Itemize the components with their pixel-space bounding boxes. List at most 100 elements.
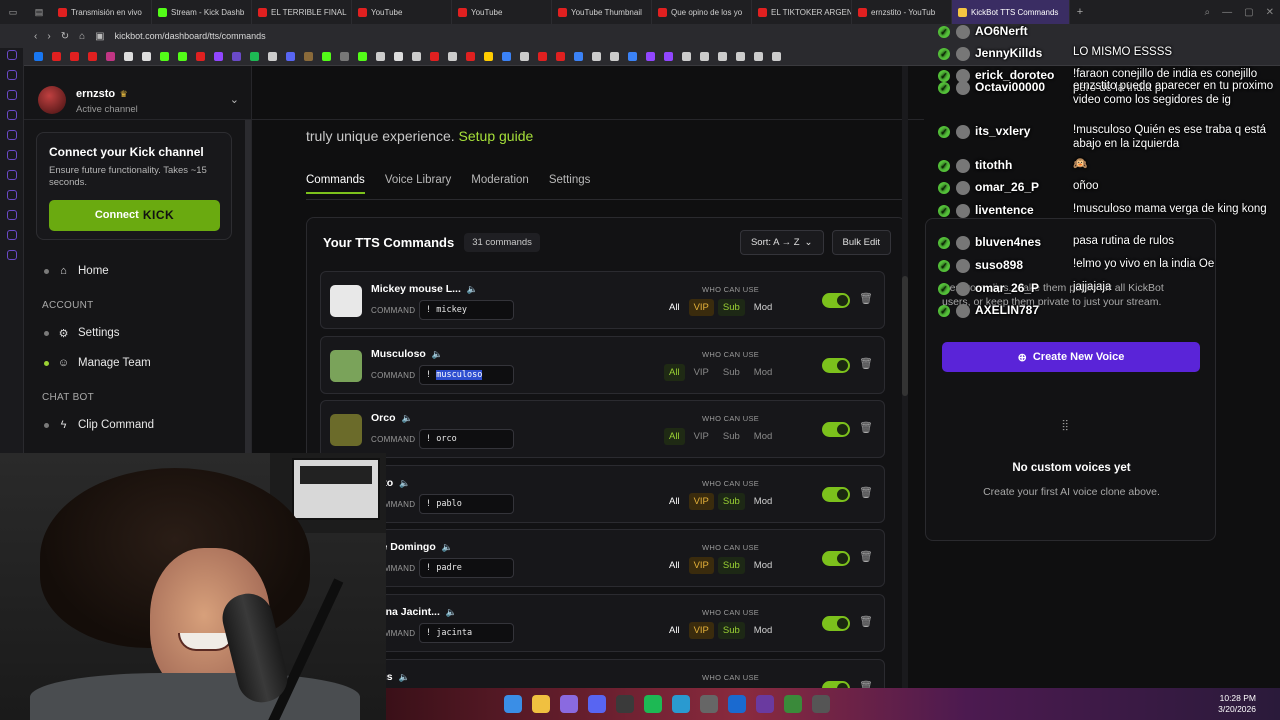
bookmark-icon[interactable] <box>268 52 277 61</box>
sidebar-scrollbar[interactable] <box>245 120 251 454</box>
bookmark-icon[interactable] <box>700 52 709 61</box>
bookmark-icon[interactable] <box>502 52 511 61</box>
trash-icon[interactable]: 🗑 <box>859 615 873 628</box>
rail-icon[interactable] <box>6 190 17 200</box>
bookmark-icon[interactable] <box>430 52 439 61</box>
perm-mod-button[interactable]: Mod <box>749 493 777 510</box>
tab-settings[interactable]: Settings <box>549 174 591 194</box>
sidebar-item-home[interactable]: ⌂ Home <box>24 256 252 286</box>
browser-tab[interactable]: EL TIKTOKER ARGEN <box>752 0 852 24</box>
command-input[interactable]: ! musculoso <box>419 365 514 385</box>
create-new-voice-button[interactable]: ⊕ Create New Voice <box>942 342 1200 372</box>
trash-icon[interactable]: 🗑 <box>859 680 873 688</box>
main-scrollbar[interactable] <box>902 66 908 688</box>
bookmark-icon[interactable] <box>376 52 385 61</box>
trash-icon[interactable]: 🗑 <box>859 292 873 305</box>
perm-vip-button[interactable]: VIP <box>688 299 714 316</box>
enable-toggle[interactable] <box>822 293 850 308</box>
sort-dropdown[interactable]: Sort: A → Z ⌄ <box>739 229 824 255</box>
perm-vip-button[interactable]: VIP <box>689 364 714 381</box>
search-icon[interactable]: ⌕ <box>1205 7 1211 18</box>
tab-moderation[interactable]: Moderation <box>471 174 529 194</box>
reload-icon[interactable]: ↻ <box>61 31 69 42</box>
bulk-edit-button[interactable]: Bulk Edit <box>831 229 891 255</box>
perm-sub-button[interactable]: Sub <box>717 622 745 639</box>
forward-icon[interactable]: › <box>47 31 50 42</box>
perm-sub-button[interactable]: Sub <box>717 493 745 510</box>
taskbar-app-icon[interactable] <box>588 695 606 713</box>
taskbar-app-icon[interactable] <box>672 695 690 713</box>
connect-kick-button[interactable]: Connect KICK <box>49 199 220 231</box>
bookmark-icon[interactable] <box>394 52 403 61</box>
bookmark-icon[interactable] <box>70 52 79 61</box>
taskbar-app-icon[interactable] <box>700 695 718 713</box>
perm-mod-button[interactable]: Mod <box>749 557 777 574</box>
enable-toggle[interactable] <box>822 681 850 688</box>
speaker-icon[interactable]: 🔈 <box>399 672 410 683</box>
browser-tab[interactable]: Que opino de los yo <box>652 0 752 24</box>
back-icon[interactable]: ‹ <box>34 31 37 42</box>
perm-all-button[interactable]: All <box>664 364 685 381</box>
command-input[interactable]: ! padre <box>419 558 514 578</box>
bookmark-icon[interactable] <box>556 52 565 61</box>
bookmark-icon[interactable] <box>250 52 259 61</box>
rail-icon[interactable] <box>6 150 17 160</box>
bookmark-icon[interactable] <box>466 52 475 61</box>
command-input[interactable]: ! orco <box>419 429 514 449</box>
bookmark-icon[interactable] <box>664 52 673 61</box>
command-input[interactable]: ! pablo <box>419 494 514 514</box>
sidebar-item-clip-command[interactable]: ϟ Clip Command <box>24 410 252 440</box>
system-clock[interactable]: 10:28 PM 3/20/2026 <box>1218 693 1256 716</box>
browser-tab[interactable]: Stream - Kick Dashb <box>152 0 252 24</box>
bookmark-icon[interactable] <box>574 52 583 61</box>
setup-guide-link[interactable]: Setup guide <box>459 128 534 144</box>
taskbar-app-icon[interactable] <box>812 695 830 713</box>
bookmark-icon[interactable] <box>196 52 205 61</box>
speaker-icon[interactable]: 🔈 <box>442 542 453 553</box>
bookmark-icon[interactable] <box>448 52 457 61</box>
url-field[interactable]: kickbot.com/dashboard/tts/commands <box>115 31 266 41</box>
bookmark-icon[interactable] <box>646 52 655 61</box>
perm-sub-button[interactable]: Sub <box>717 557 745 574</box>
bookmark-icon[interactable] <box>34 52 43 61</box>
taskbar-app-icon[interactable] <box>728 695 746 713</box>
browser-tab[interactable]: ernzstito - YouTub <box>852 0 952 24</box>
perm-mod-button[interactable]: Mod <box>749 364 777 381</box>
taskbar-app-icon[interactable] <box>784 695 802 713</box>
rail-icon[interactable] <box>6 130 17 140</box>
taskbar-app-icon[interactable] <box>560 695 578 713</box>
perm-sub-button[interactable]: Sub <box>718 428 745 445</box>
trash-icon[interactable]: 🗑 <box>859 550 873 563</box>
perm-all-button[interactable]: All <box>664 557 685 574</box>
taskbar-app-icon[interactable] <box>616 695 634 713</box>
browser-tab[interactable]: YouTube <box>352 0 452 24</box>
browser-menu-icon[interactable]: ▭ <box>0 0 26 24</box>
rail-icon[interactable] <box>6 50 17 60</box>
rail-icon[interactable] <box>6 70 17 80</box>
enable-toggle[interactable] <box>822 551 850 566</box>
sidebar-item-manage-team[interactable]: ☺ Manage Team <box>24 348 252 378</box>
bookmark-icon[interactable] <box>736 52 745 61</box>
bookmark-icon[interactable] <box>610 52 619 61</box>
bookmark-icon[interactable] <box>124 52 133 61</box>
taskbar-app-icon[interactable] <box>504 695 522 713</box>
rail-icon[interactable] <box>6 170 17 180</box>
bookmark-icon[interactable] <box>214 52 223 61</box>
bookmark-icon[interactable] <box>754 52 763 61</box>
enable-toggle[interactable] <box>822 487 850 502</box>
speaker-icon[interactable]: 🔈 <box>399 478 410 489</box>
tab-active[interactable]: KickBot TTS Commands <box>952 0 1070 24</box>
bookmark-icon[interactable] <box>232 52 241 61</box>
taskbar-app-icon[interactable] <box>644 695 662 713</box>
bookmark-icon[interactable] <box>628 52 637 61</box>
bookmark-icon[interactable] <box>142 52 151 61</box>
browser-tab[interactable]: EL TERRIBLE FINAL <box>252 0 352 24</box>
perm-all-button[interactable]: All <box>664 622 685 639</box>
perm-mod-button[interactable]: Mod <box>749 299 777 316</box>
bookmark-icon[interactable] <box>52 52 61 61</box>
rail-icon[interactable] <box>6 250 17 260</box>
trash-icon[interactable]: 🗑 <box>859 486 873 499</box>
perm-vip-button[interactable]: VIP <box>688 557 714 574</box>
bookmark-icon[interactable] <box>718 52 727 61</box>
bookmark-icon[interactable] <box>772 52 781 61</box>
